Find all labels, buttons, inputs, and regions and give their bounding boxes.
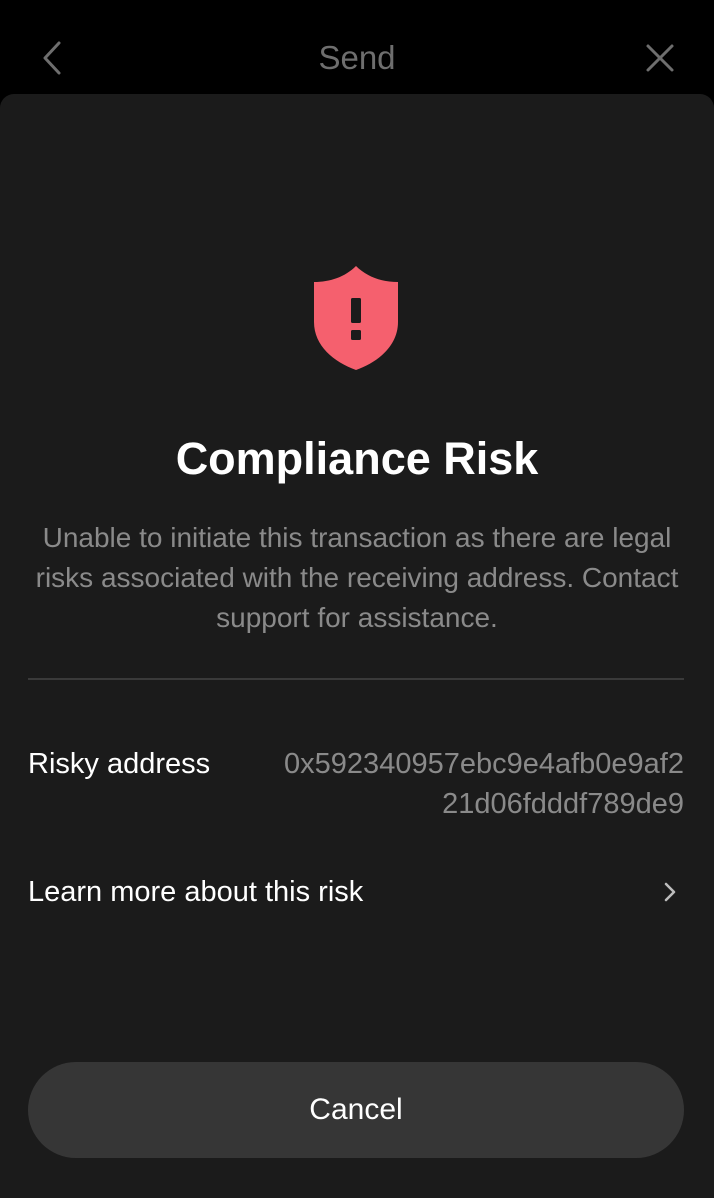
cancel-button[interactable]: Cancel: [28, 1062, 684, 1158]
risky-address-value: 0x592340957ebc9e4afb0e9af221d06fdddf789d…: [284, 748, 684, 820]
learn-more-label: Learn more about this risk: [28, 876, 364, 908]
chevron-right-icon: [664, 882, 676, 902]
top-bar: Send: [0, 0, 714, 94]
alert-description: Unable to initiate this transaction as t…: [35, 522, 679, 633]
shield-exclamation-icon: [314, 266, 398, 370]
divider: [28, 678, 684, 680]
learn-more-row[interactable]: Learn more about this risk: [28, 852, 684, 932]
risky-address-label: Risky address: [28, 748, 211, 780]
page-title: Send: [318, 39, 396, 76]
alert-title: Compliance Risk: [175, 433, 539, 484]
compliance-risk-sheet: [0, 94, 714, 1198]
close-button[interactable]: [638, 36, 682, 80]
cancel-button-label: Cancel: [309, 1093, 403, 1126]
close-icon: [646, 44, 674, 72]
